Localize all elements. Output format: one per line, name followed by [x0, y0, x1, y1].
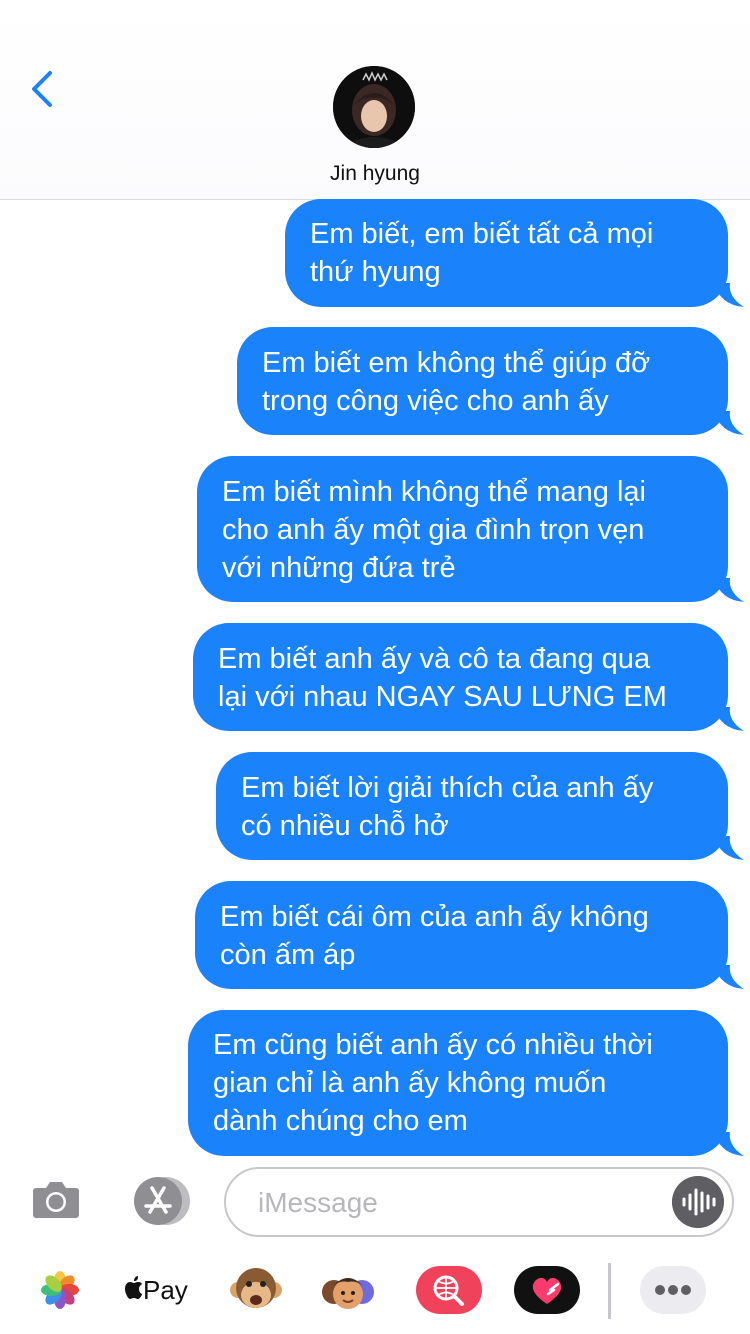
apple-logo-icon [125, 1276, 142, 1299]
audio-waveform-icon[interactable] [672, 1176, 724, 1228]
photos-icon[interactable] [30, 1262, 90, 1318]
app-store-icon[interactable] [126, 1176, 192, 1226]
tray-divider [608, 1263, 611, 1319]
bubble-tail [714, 836, 744, 860]
message-text: Em biết mình không thể mang lại cho anh … [222, 476, 646, 584]
message-bubble[interactable]: Em cũng biết anh ấy có nhiều thời gian c… [188, 1010, 728, 1156]
chevron-left-icon[interactable] [30, 70, 54, 108]
message-bubble[interactable]: Em biết lời giải thích của anh ấy có nhi… [216, 752, 728, 860]
message-bubble[interactable]: Em biết mình không thể mang lại cho anh … [197, 456, 728, 602]
digital-touch-heart-icon[interactable] [514, 1262, 580, 1318]
bubble-tail [714, 283, 744, 307]
message-text: Em biết, em biết tất cả mọi thứ hyung [310, 218, 654, 288]
message-text: Em cũng biết anh ấy có nhiều thời gian c… [213, 1029, 653, 1137]
apple-pay-label: Pay [143, 1275, 188, 1305]
message-input[interactable] [256, 1181, 660, 1225]
bubble-tail [714, 411, 744, 435]
message-input-container[interactable] [224, 1167, 734, 1237]
conversation-header: Jin hyung [0, 0, 750, 200]
contact-name[interactable]: Jin hyung [0, 162, 750, 186]
more-icon[interactable] [640, 1262, 706, 1318]
bubble-tail [714, 707, 744, 731]
monkey-animoji-icon[interactable] [226, 1262, 286, 1318]
message-bubble[interactable]: Em biết cái ôm của anh ấy không còn ấm á… [195, 881, 728, 989]
web-image-search-icon[interactable] [416, 1262, 482, 1318]
message-bubble[interactable]: Em biết, em biết tất cả mọi thứ hyung [285, 199, 728, 307]
bubble-tail [714, 1132, 744, 1156]
bubble-tail [714, 578, 744, 602]
message-bubble[interactable]: Em biết em không thể giúp đỡ trong công … [237, 327, 728, 435]
message-bubble[interactable]: Em biết anh ấy và cô ta đang qua lại với… [193, 623, 728, 731]
bubble-tail [714, 965, 744, 989]
camera-icon[interactable] [32, 1178, 80, 1220]
message-text: Em biết lời giải thích của anh ấy có nhi… [241, 772, 654, 842]
message-text: Em biết cái ôm của anh ấy không còn ấm á… [220, 901, 649, 971]
contact-avatar[interactable] [333, 66, 415, 148]
message-text: Em biết em không thể giúp đỡ trong công … [262, 347, 651, 417]
memoji-stickers-icon[interactable] [318, 1262, 378, 1318]
message-text: Em biết anh ấy và cô ta đang qua lại với… [218, 643, 667, 713]
